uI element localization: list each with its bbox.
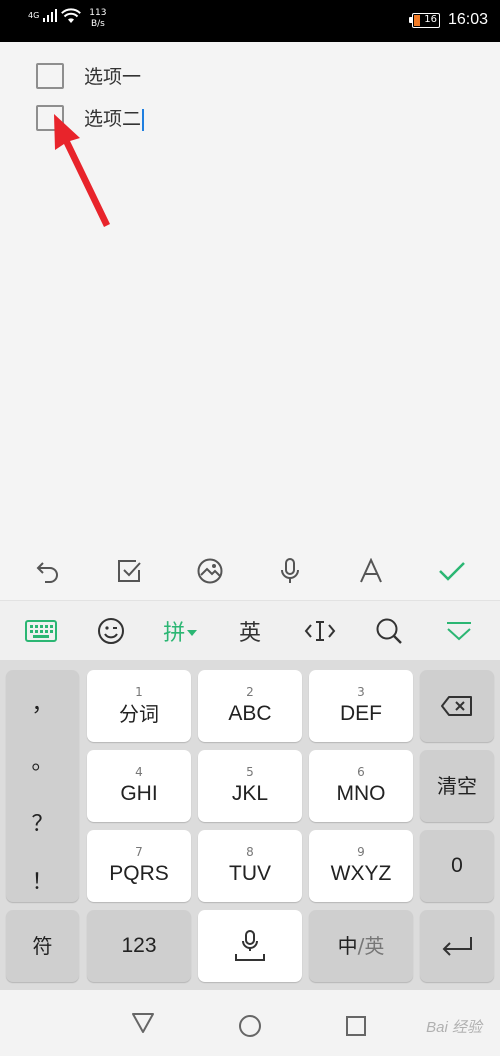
confirm-check-icon — [438, 562, 465, 581]
text-format-icon — [360, 558, 382, 583]
key-1[interactable]: 1 分词 — [87, 670, 191, 742]
cursor-move-icon — [304, 620, 335, 641]
navigation-bar: Bai 经验 — [0, 990, 500, 1056]
keyboard-icon — [24, 619, 57, 642]
microphone-space-icon — [235, 930, 265, 961]
emoji-button[interactable] — [91, 611, 131, 651]
key-9[interactable]: 9 WXYZ — [309, 830, 413, 902]
watermark: Bai 经验 — [426, 1019, 482, 1036]
confirm-button[interactable] — [432, 551, 472, 591]
english-mode-button[interactable]: 英 — [230, 611, 270, 651]
key-8[interactable]: 8 TUV — [198, 830, 302, 902]
backspace-icon — [441, 696, 472, 716]
recents-square-icon[interactable] — [345, 1015, 367, 1037]
image-icon — [197, 558, 223, 584]
punct-period-key[interactable]: 。 — [6, 744, 79, 776]
wifi-icon — [61, 8, 82, 23]
key-7[interactable]: 7 PQRS — [87, 830, 191, 902]
status-bar: 4G 113 B/s 16 16:03 — [0, 0, 500, 42]
cursor-move-button[interactable] — [300, 611, 340, 651]
network-speed: 113 B/s — [89, 8, 107, 29]
language-switch-key[interactable]: 中/英 — [309, 910, 413, 982]
search-icon — [376, 618, 403, 644]
todo-label[interactable]: 选项一 — [84, 62, 141, 89]
network-type: 4G — [28, 11, 40, 20]
red-arrow-annotation — [54, 114, 110, 227]
key-3[interactable]: 3 DEF — [309, 670, 413, 742]
text-format-button[interactable] — [351, 551, 391, 591]
todo-checkbox[interactable] — [36, 62, 64, 89]
back-triangle-icon[interactable] — [131, 1012, 155, 1034]
emoji-icon — [97, 617, 124, 644]
key-0[interactable]: 0 — [420, 830, 494, 902]
undo-icon — [36, 562, 59, 583]
text-cursor — [142, 108, 145, 131]
backspace-key[interactable] — [420, 670, 494, 742]
numeric-key[interactable]: 123 — [87, 910, 191, 982]
home-circle-icon[interactable] — [238, 1014, 262, 1038]
undo-button[interactable] — [28, 551, 68, 591]
battery-icon: 16 — [408, 12, 440, 28]
note-editor[interactable]: 选项一 选项二 — [0, 42, 500, 542]
checklist-icon — [117, 560, 141, 582]
image-button[interactable] — [190, 551, 230, 591]
pinyin-mode-button[interactable]: 拼 — [160, 611, 200, 651]
note-toolbar — [0, 542, 500, 600]
key-6[interactable]: 6 MNO — [309, 750, 413, 822]
search-button[interactable] — [369, 611, 409, 651]
space-voice-key[interactable] — [198, 910, 302, 982]
punctuation-column: ， 。 ？ ！ — [6, 670, 79, 902]
key-4[interactable]: 4 GHI — [87, 750, 191, 822]
t9-keyboard: ， 。 ？ ！ 1 分词 2 ABC 3 DEF 4 GHI 5 JKL 6 M… — [0, 660, 500, 990]
clock: 16:03 — [447, 11, 488, 28]
collapse-keyboard-icon — [447, 621, 472, 640]
punct-exclaim-key[interactable]: ！ — [6, 864, 79, 896]
battery-level: 16 — [424, 14, 437, 25]
keyboard-switch-button[interactable] — [21, 611, 61, 651]
key-5[interactable]: 5 JKL — [198, 750, 302, 822]
dropdown-triangle-icon — [187, 629, 198, 636]
punct-comma-key[interactable]: ， — [6, 686, 79, 718]
clear-key[interactable]: 清空 — [420, 750, 494, 822]
voice-button[interactable] — [270, 551, 310, 591]
ime-function-bar: 拼 英 — [0, 600, 500, 660]
enter-icon — [442, 937, 472, 956]
todo-item[interactable]: 选项一 — [36, 62, 141, 89]
punct-question-key[interactable]: ？ — [6, 806, 79, 838]
enter-key[interactable] — [420, 910, 494, 982]
symbol-key[interactable]: 符 — [6, 910, 79, 982]
microphone-icon — [281, 558, 300, 583]
signal-icon — [43, 9, 58, 22]
checklist-button[interactable] — [109, 551, 149, 591]
hide-keyboard-button[interactable] — [439, 611, 479, 651]
key-2[interactable]: 2 ABC — [198, 670, 302, 742]
